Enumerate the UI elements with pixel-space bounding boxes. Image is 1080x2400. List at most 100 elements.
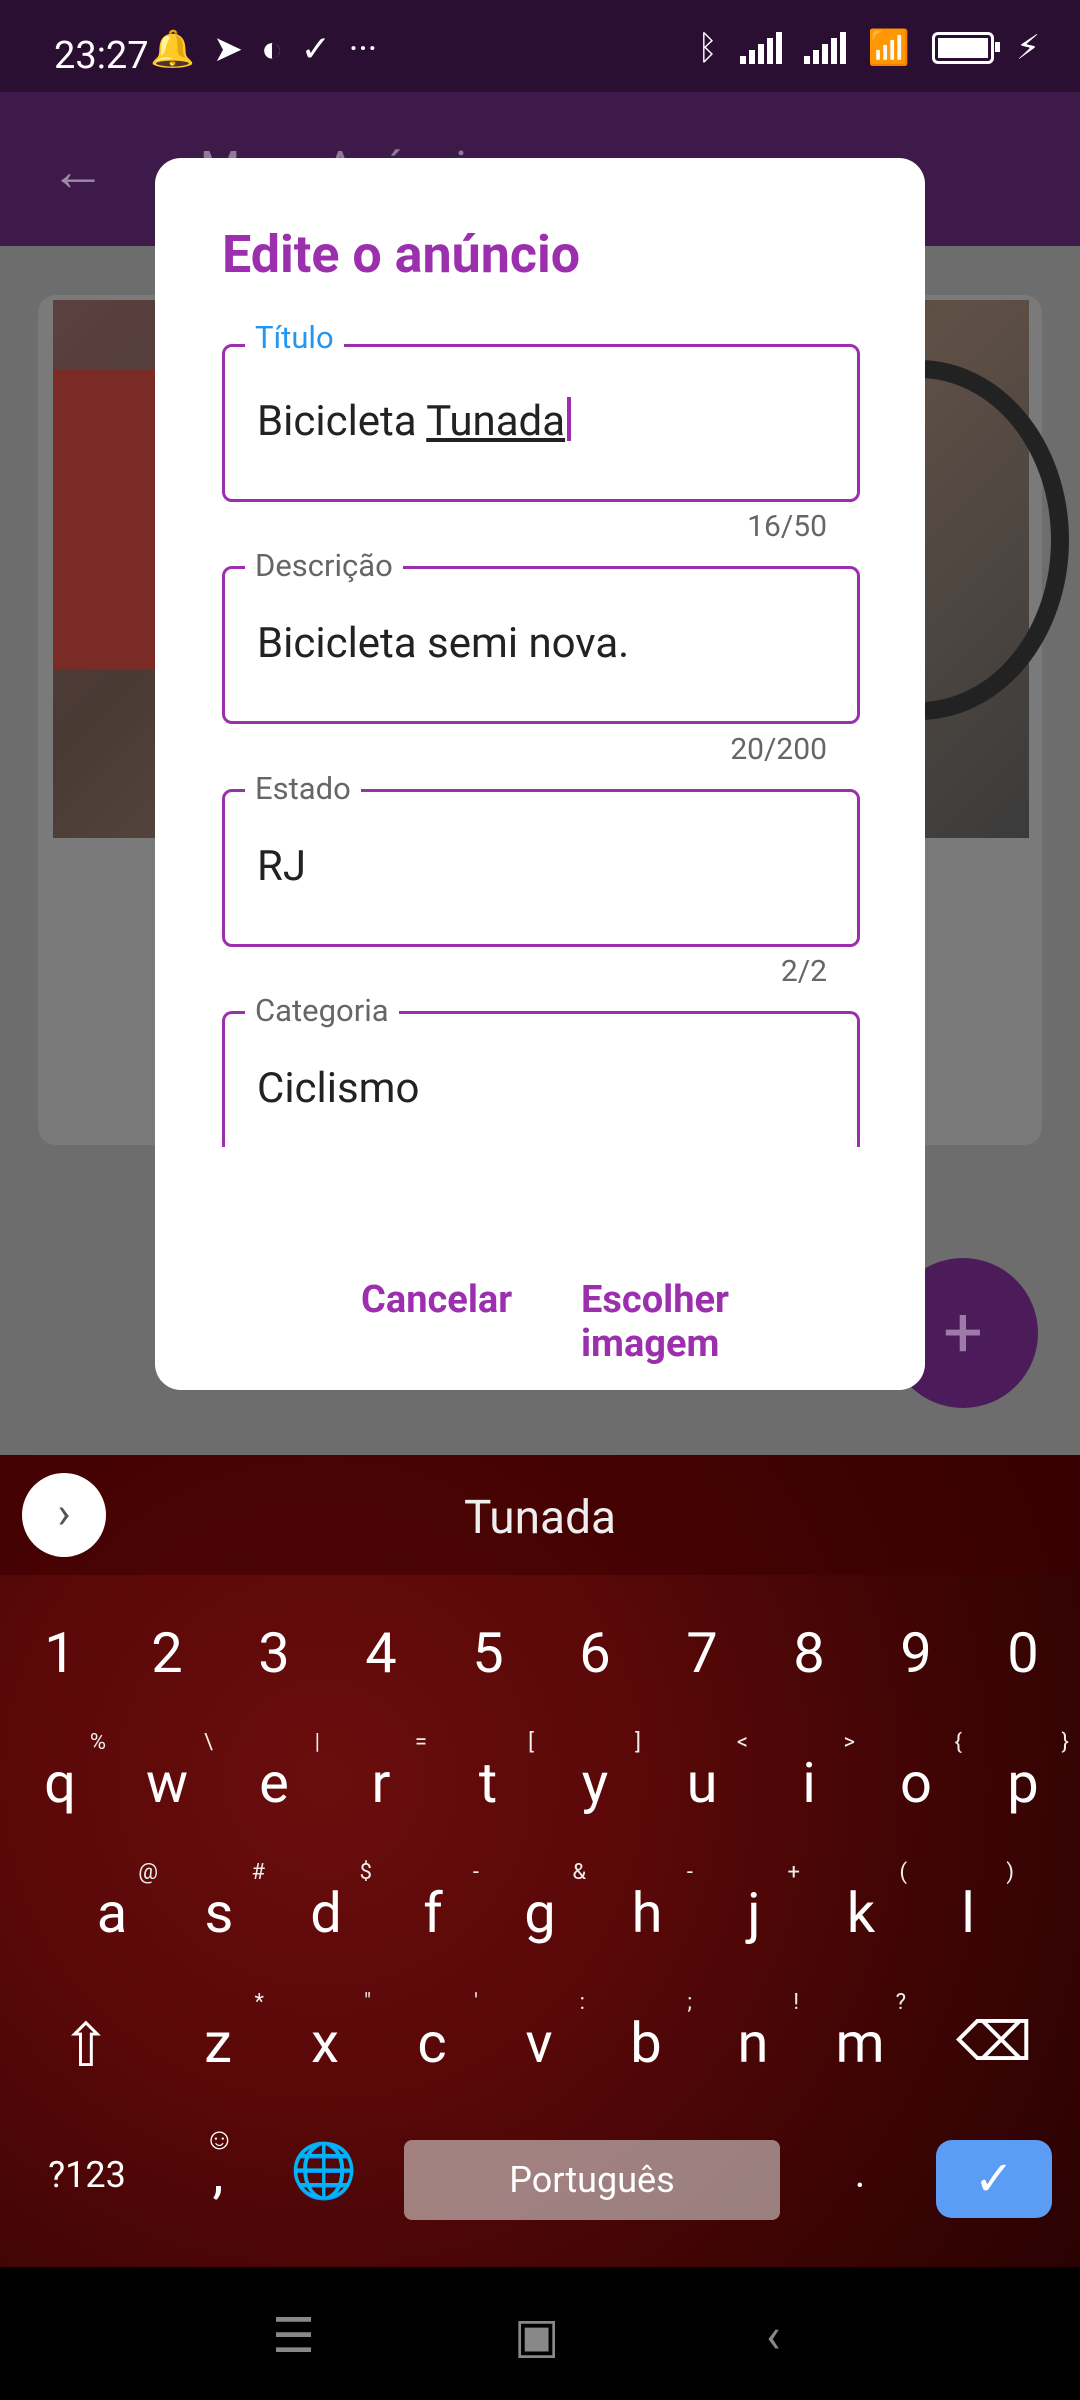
globe-icon: 🌐 — [290, 2140, 358, 2203]
app-icon: ◐ — [261, 28, 283, 70]
description-field[interactable]: Descrição 16/50 Bicicleta semi nova. — [222, 509, 860, 724]
key-secondary-label: ) — [1006, 1860, 1014, 1885]
key-secondary-label: ! — [793, 1990, 799, 2015]
comma-key[interactable]: ☺, — [168, 2122, 268, 2206]
dialog-title: Edite o anúncio — [222, 224, 581, 285]
state-value[interactable]: RJ — [257, 842, 306, 891]
key-3[interactable]: 3 — [224, 1620, 324, 1686]
key-label: q — [44, 1750, 76, 1816]
key-label: 8 — [793, 1620, 825, 1686]
plus-icon: + — [943, 1292, 983, 1374]
key-secondary-label: * — [254, 1990, 264, 2015]
key-label: w — [145, 1750, 189, 1816]
description-value[interactable]: Bicicleta semi nova. — [257, 619, 629, 668]
key-9[interactable]: 9 — [866, 1620, 966, 1686]
key-secondary-label: " — [363, 1990, 371, 2015]
key-secondary-label: [ — [528, 1730, 534, 1755]
menu-icon[interactable]: ☰ — [272, 2307, 315, 2364]
key-l[interactable]: l) — [918, 1860, 1018, 1946]
key-0[interactable]: 0 — [973, 1620, 1073, 1686]
wifi-icon: 📶 — [867, 28, 911, 68]
key-c[interactable]: c ' — [382, 1990, 482, 2076]
key-x[interactable]: x " — [275, 1990, 375, 2076]
title-field-box[interactable]: Título Bicicleta Tunada — [222, 319, 860, 502]
key-u[interactable]: u < — [652, 1730, 752, 1816]
key-r[interactable]: r = — [331, 1730, 431, 1816]
key-secondary-label: \ — [203, 1730, 213, 1755]
key-label: 5 — [472, 1620, 504, 1686]
key-g[interactable]: g & — [490, 1860, 590, 1946]
key-secondary-label: # — [251, 1860, 265, 1885]
title-field-value[interactable]: Bicicleta Tunada — [257, 397, 572, 446]
key-4[interactable]: 4 — [331, 1620, 431, 1686]
key-label: 9 — [900, 1620, 932, 1686]
key-label: 4 — [365, 1620, 397, 1686]
key-7[interactable]: 7 — [652, 1620, 752, 1686]
key-n[interactable]: n! — [703, 1990, 803, 2076]
symbols-key[interactable]: ?123 — [22, 2154, 152, 2196]
done-key[interactable]: ✓ — [936, 2140, 1052, 2218]
back-icon[interactable]: ‹ — [766, 2307, 780, 2364]
state-field[interactable]: Estado 20/200 RJ — [222, 732, 860, 947]
description-counter: 16/50 — [747, 509, 827, 544]
key-q[interactable]: q% — [10, 1730, 110, 1816]
key-v[interactable]: v: — [489, 1990, 589, 2076]
key-label: o — [900, 1750, 932, 1816]
category-value[interactable]: Ciclismo — [257, 1064, 419, 1113]
key-t[interactable]: t[ — [438, 1730, 538, 1816]
key-d[interactable]: d $ — [276, 1860, 376, 1946]
key-z[interactable]: z * — [168, 1990, 268, 2076]
key-label: 0 — [1007, 1620, 1039, 1686]
key-label: z — [204, 2010, 232, 2076]
letter-row-1: q% w \ e | r = t[y] u < i > o{p} — [0, 1730, 1080, 1860]
home-icon[interactable]: ▣ — [514, 2307, 559, 2364]
key-h[interactable]: h- — [597, 1860, 697, 1946]
key-label: n — [737, 2010, 769, 2076]
key-f[interactable]: f- — [383, 1860, 483, 1946]
key-1[interactable]: 1 — [10, 1620, 110, 1686]
key-secondary-label: % — [89, 1730, 106, 1755]
shift-key[interactable]: ⇧ — [36, 2010, 136, 2081]
choose-image-button[interactable]: Escolher imagem — [581, 1278, 729, 1366]
key-b[interactable]: b; — [596, 1990, 696, 2076]
status-bar: 23:27 🔔 ➤ ◐ ✓ ··· ᛒ 📶 ⚡ — [0, 0, 1080, 92]
key-y[interactable]: y] — [545, 1730, 645, 1816]
space-bar[interactable]: Português — [404, 2140, 780, 2220]
key-label: f — [423, 1880, 443, 1946]
key-k[interactable]: k( — [811, 1860, 911, 1946]
key-m[interactable]: m? — [810, 1990, 910, 2076]
bottom-row: ?123 ☺, 🌐 Português . ✓ — [0, 2122, 1080, 2250]
key-secondary-label: - — [686, 1860, 693, 1885]
telegram-icon: ➤ — [212, 28, 243, 70]
key-a[interactable]: a @ — [62, 1860, 162, 1946]
backspace-key[interactable]: ⌫ — [944, 2010, 1044, 2074]
key-p[interactable]: p} — [973, 1730, 1073, 1816]
language-key[interactable]: 🌐 — [274, 2140, 374, 2203]
shift-icon: ⇧ — [60, 2010, 112, 2081]
key-2[interactable]: 2 — [117, 1620, 217, 1686]
state-label: Estado — [245, 770, 361, 807]
key-w[interactable]: w \ — [117, 1730, 217, 1816]
key-label: x — [311, 2010, 339, 2076]
key-s[interactable]: s # — [169, 1860, 269, 1946]
key-j[interactable]: j + — [704, 1860, 804, 1946]
key-8[interactable]: 8 — [759, 1620, 859, 1686]
key-label: p — [1007, 1750, 1039, 1816]
key-5[interactable]: 5 — [438, 1620, 538, 1686]
key-e[interactable]: e | — [224, 1730, 324, 1816]
cancel-button[interactable]: Cancelar — [361, 1278, 512, 1322]
key-secondary-label: ; — [687, 1990, 692, 2015]
period-key[interactable]: . — [810, 2150, 910, 2197]
key-secondary-label: ] — [635, 1730, 641, 1755]
status-time: 23:27 — [54, 34, 149, 78]
key-i[interactable]: i > — [759, 1730, 859, 1816]
suggestion-word[interactable]: Tunada — [0, 1491, 1080, 1545]
back-arrow-icon[interactable]: ← — [50, 138, 106, 204]
alarm-icon: 🔔 — [150, 28, 195, 70]
category-field[interactable]: Categoria 2/2 Ciclismo — [222, 954, 860, 1147]
key-o[interactable]: o{ — [866, 1730, 966, 1816]
title-field-composing: Tunada — [426, 397, 566, 446]
key-label: k — [846, 1880, 876, 1946]
key-secondary-label: } — [1061, 1730, 1069, 1755]
key-6[interactable]: 6 — [545, 1620, 645, 1686]
